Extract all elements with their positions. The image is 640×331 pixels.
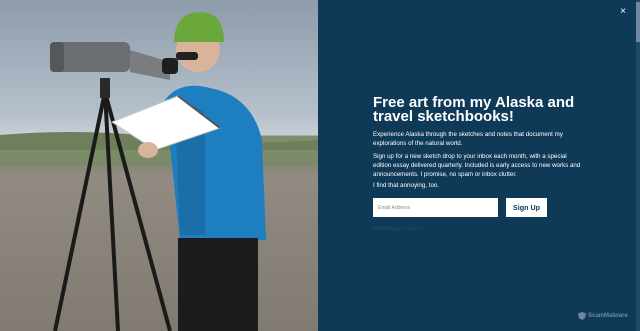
shield-logo-icon bbox=[578, 312, 586, 320]
brand-badge: ScamMalware bbox=[578, 312, 628, 320]
hero-photo-illustration bbox=[0, 12, 318, 331]
intro-paragraph: Experience Alaska through the sketches a… bbox=[373, 131, 563, 147]
marketing-permissions-link[interactable]: Marketing permissions bbox=[373, 226, 423, 232]
hero-photo bbox=[0, 0, 318, 331]
scrollbar[interactable] bbox=[636, 0, 640, 331]
email-field[interactable] bbox=[373, 198, 498, 217]
signup-button[interactable]: Sign Up bbox=[506, 198, 547, 217]
aside-paragraph: I find that annoying, too. bbox=[373, 182, 440, 189]
details-paragraph: Sign up for a new sketch drop to your in… bbox=[373, 153, 581, 178]
close-icon[interactable]: × bbox=[617, 6, 629, 18]
modal-title: Free art from my Alaska and travel sketc… bbox=[373, 94, 575, 125]
scrollbar-thumb[interactable] bbox=[636, 2, 640, 42]
brand-label: ScamMalware bbox=[588, 313, 628, 319]
